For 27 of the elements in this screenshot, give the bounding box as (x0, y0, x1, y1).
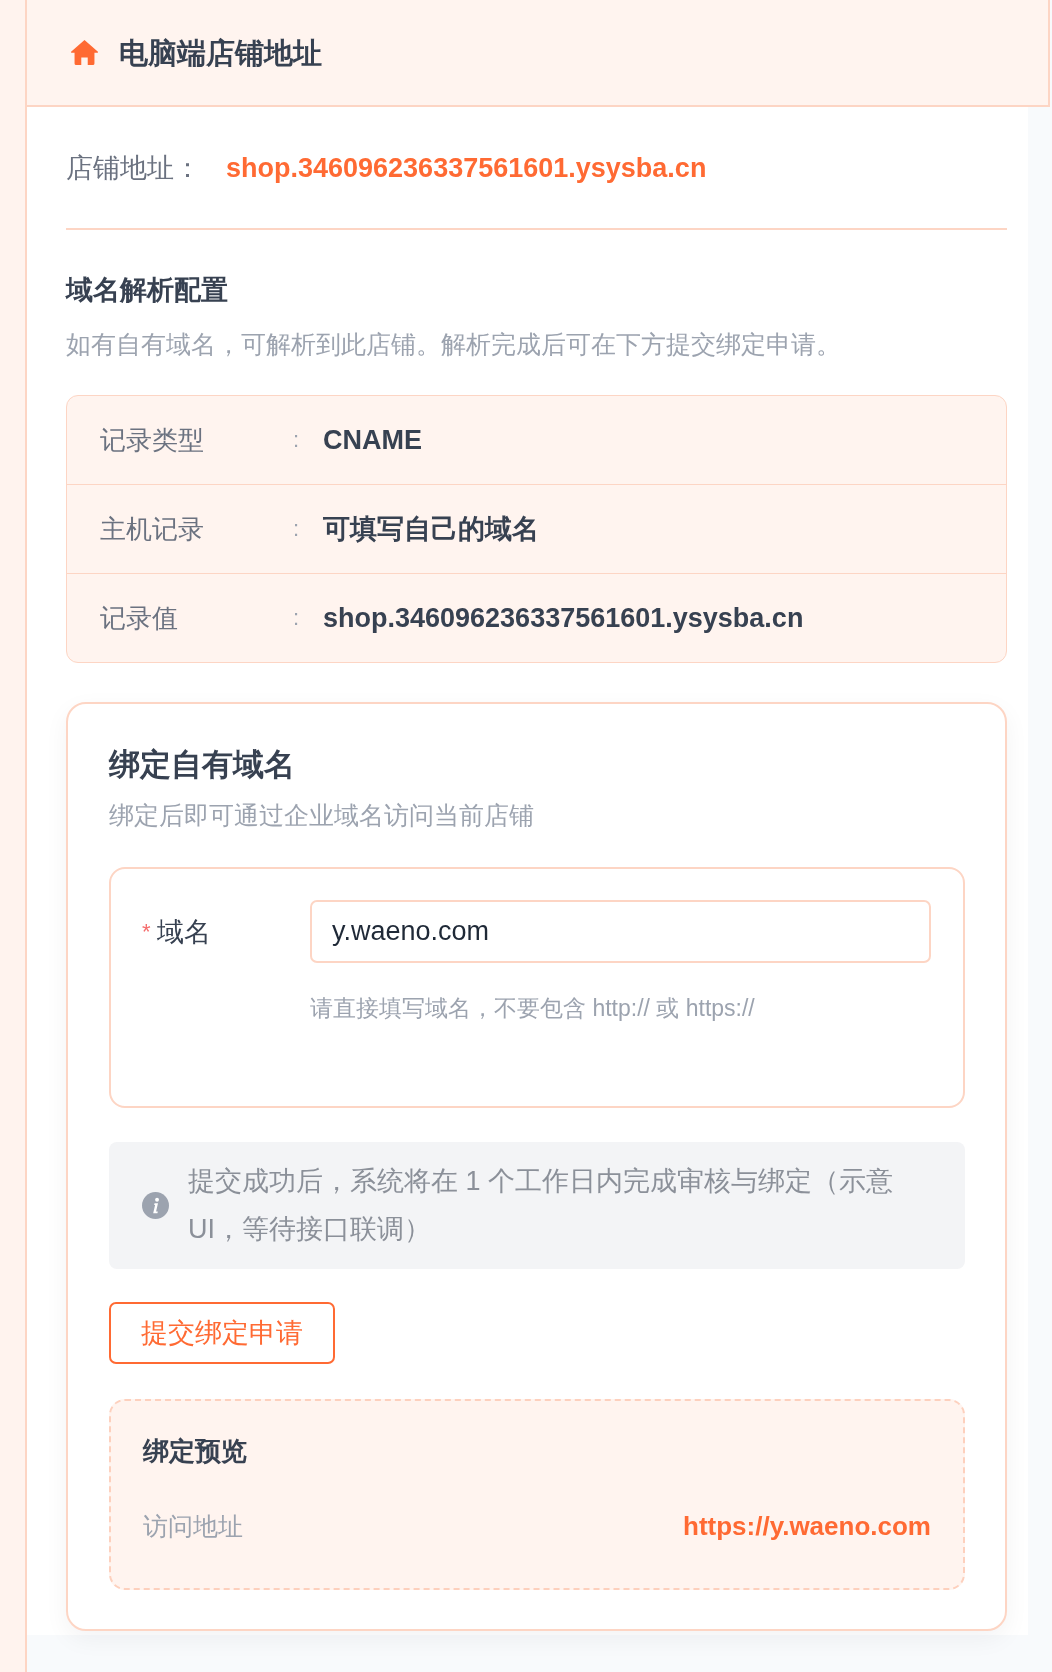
domain-label: 域名 (156, 915, 211, 949)
home-icon (71, 40, 98, 65)
record-value: CNAME (323, 424, 422, 457)
submit-button[interactable]: 提交绑定申请 (109, 1302, 335, 1364)
record-separator: : (293, 604, 301, 632)
shop-address-label: 店铺地址： (66, 152, 202, 185)
preview-label: 访问地址 (143, 1511, 243, 1542)
record-separator: : (293, 515, 301, 543)
record-separator: : (293, 426, 301, 454)
bind-card-subtitle: 绑定后即可通过企业域名访问当前店铺 (109, 800, 535, 831)
input-hint: 请直接填写域名，不要包含 http:// 或 https:// (310, 994, 756, 1023)
record-value: 可填写自己的域名 (323, 513, 539, 546)
shop-url-link[interactable]: shop.346096236337561601.ysysba.cn (226, 148, 707, 188)
preview-url-link[interactable]: https://y.waeno.com (683, 1506, 931, 1546)
record-label: 记录值 (100, 602, 179, 635)
record-label: 记录类型 (100, 424, 205, 457)
domain-input[interactable]: y.waeno.com (310, 900, 931, 963)
bind-card-title: 绑定自有域名 (109, 746, 296, 784)
preview-title: 绑定预览 (143, 1435, 248, 1468)
page-title: 电脑端店铺地址 (119, 35, 322, 71)
section-title: 域名解析配置 (66, 274, 229, 307)
info-icon (142, 1191, 169, 1219)
section-description: 如有自有域名，可解析到此店铺。解析完成后可在下方提交绑定申请。 (66, 329, 842, 360)
record-label: 主机记录 (100, 513, 205, 546)
notice-text: 提交成功后，系统将在 1 个工作日内完成审核与绑定（示意UI，等待接口联调） (188, 1165, 895, 1246)
record-value: shop.346096236337561601.ysysba.cn (323, 602, 804, 635)
required-mark: * (142, 917, 151, 946)
